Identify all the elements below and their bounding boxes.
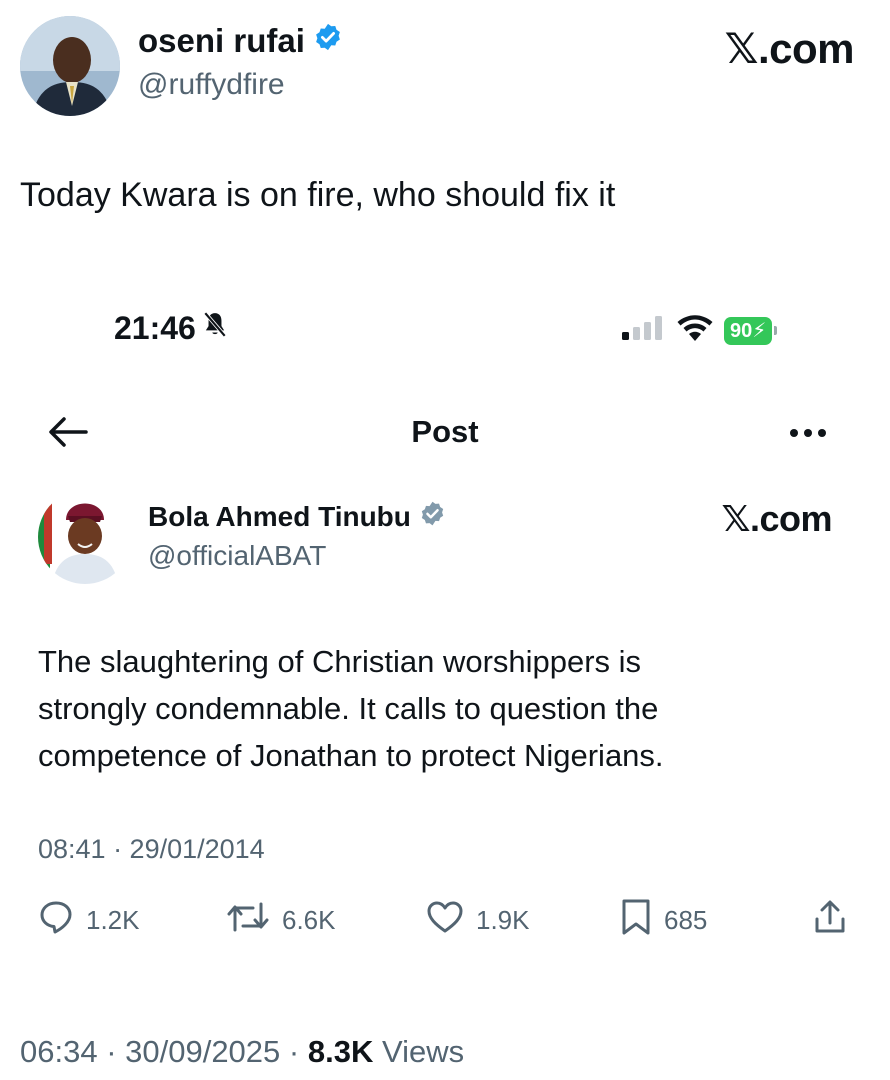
quoted-post-line: The slaughtering of Christian worshipper… bbox=[38, 644, 642, 679]
status-bar-time: 21:46 bbox=[114, 310, 228, 347]
quoted-author-name-label: Bola Ahmed Tinubu bbox=[148, 501, 411, 532]
avatar[interactable] bbox=[20, 16, 120, 116]
battery-level: 90 bbox=[730, 319, 753, 342]
more-options-icon[interactable] bbox=[786, 418, 830, 448]
share-button[interactable] bbox=[812, 896, 848, 944]
signal-icon bbox=[622, 316, 666, 345]
author-name[interactable]: oseni rufai bbox=[138, 22, 343, 60]
back-arrow-icon[interactable] bbox=[46, 414, 90, 450]
tweet-timestamp[interactable]: 06:34 · 30/09/2025 · bbox=[20, 1034, 299, 1069]
repost-count: 6.6K bbox=[282, 904, 336, 935]
tweet-text: Today Kwara is on fire, who should fix i… bbox=[20, 176, 616, 214]
status-bar-indicators: 90⚡ bbox=[622, 314, 778, 347]
quoted-post-line: competence of Jonathan to protect Nigeri… bbox=[38, 738, 664, 773]
bookmark-icon bbox=[620, 898, 652, 943]
repost-icon bbox=[226, 900, 270, 941]
battery-tip bbox=[774, 326, 778, 335]
heart-icon bbox=[426, 900, 464, 941]
status-time-label: 21:46 bbox=[114, 310, 196, 346]
views-label: Views bbox=[381, 1034, 465, 1069]
author-handle[interactable]: @ruffydfire bbox=[138, 68, 285, 102]
verified-badge-icon bbox=[419, 500, 446, 534]
repost-button[interactable]: 6.6K bbox=[226, 896, 336, 944]
share-icon bbox=[812, 899, 848, 942]
author-name-label: oseni rufai bbox=[138, 22, 305, 59]
like-button[interactable]: 1.9K bbox=[426, 896, 530, 944]
reply-button[interactable]: 1.2K bbox=[38, 896, 140, 944]
quoted-author-handle[interactable]: @officialABAT bbox=[148, 540, 326, 572]
quoted-avatar[interactable] bbox=[38, 490, 132, 584]
reply-count: 1.2K bbox=[86, 904, 140, 935]
quoted-post-timestamp[interactable]: 08:41 · 29/01/2014 bbox=[38, 834, 265, 865]
page-title: Post bbox=[411, 414, 479, 449]
bookmark-count: 685 bbox=[664, 904, 708, 935]
quoted-author-name[interactable]: Bola Ahmed Tinubu bbox=[148, 500, 446, 534]
like-count: 1.9K bbox=[476, 904, 530, 935]
quoted-post-text: The slaughtering of Christian worshipper… bbox=[38, 638, 818, 779]
wifi-icon bbox=[676, 314, 714, 347]
reply-icon bbox=[38, 899, 74, 942]
bookmark-button[interactable]: 685 bbox=[620, 896, 707, 944]
views-count: 8.3K bbox=[307, 1034, 374, 1069]
tweet-metadata: 06:34 · 30/09/2025 · 8.3K Views bbox=[20, 1034, 464, 1070]
battery-icon: 90⚡ bbox=[724, 316, 773, 345]
verified-badge-icon bbox=[313, 22, 343, 60]
x-logo: 𝕏.com bbox=[721, 498, 832, 539]
quoted-post-line: strongly condemnable. It calls to questi… bbox=[38, 691, 659, 726]
bell-muted-icon bbox=[202, 310, 228, 347]
x-logo: 𝕏.com bbox=[724, 25, 855, 72]
